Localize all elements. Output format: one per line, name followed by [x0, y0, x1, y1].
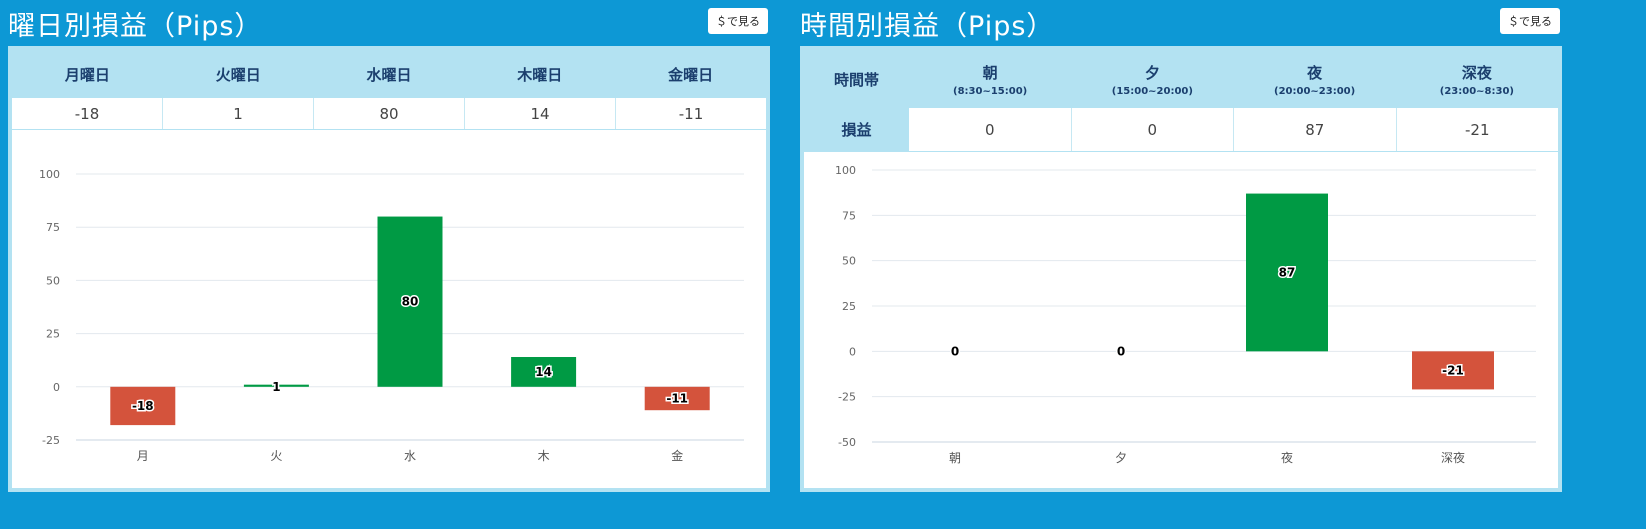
profit-loss-label: 損益: [804, 108, 909, 151]
x-tick-label: 金: [671, 448, 683, 463]
x-tick-label: 深夜: [1441, 450, 1465, 465]
time-panel-title: 時間別損益（Pips）: [800, 11, 1055, 42]
y-tick-label: -25: [42, 434, 60, 447]
data-label: -11: [666, 392, 688, 406]
weekday-panel: 月曜日 火曜日 水曜日 木曜日 金曜日 -18 1 80 14 -11 100 7…: [8, 46, 770, 492]
header-night: 夜 (20:00~23:00): [1234, 50, 1396, 108]
header-evening: 夕 (15:00~20:00): [1071, 50, 1233, 108]
late-night-label: 深夜: [1461, 63, 1492, 82]
data-label: 14: [535, 365, 552, 379]
weekday-usd-button[interactable]: ＄で見る: [708, 8, 768, 34]
value-tuesday: 1: [163, 98, 314, 129]
weekday-panel-title: 曜日別損益（Pips）: [8, 11, 263, 42]
value-late-night: -21: [1465, 120, 1490, 139]
y-tick-label: 25: [842, 300, 856, 313]
header-thursday: 木曜日: [517, 65, 563, 84]
y-tick-label: 100: [835, 164, 856, 177]
value-wednesday: 80: [314, 98, 465, 129]
x-tick-label: 朝: [949, 451, 961, 465]
y-tick-label: 25: [46, 328, 60, 341]
weekday-bar-chart: 100 75 50 25 0 -25 -18 月 1 火 80 水 14 木 -11 金: [39, 168, 744, 463]
y-tick-label: 75: [46, 221, 60, 234]
weekday-header-row: 月曜日 火曜日 水曜日 木曜日 金曜日: [12, 50, 766, 98]
value-thursday: 14: [465, 98, 616, 129]
data-label: -21: [1442, 363, 1464, 377]
late-night-range: (23:00~8:30): [1439, 85, 1514, 97]
header-morning: 朝 (8:30~15:00): [909, 50, 1071, 108]
x-tick-label: 水: [404, 449, 416, 463]
header-monday: 月曜日: [64, 65, 110, 84]
header-friday: 金曜日: [668, 65, 714, 84]
evening-label: 夕: [1144, 63, 1160, 82]
data-label: -18: [132, 399, 154, 413]
x-tick-label: 月: [137, 449, 149, 463]
value-evening: 0: [1072, 108, 1234, 151]
time-bar-chart: 100 75 50 25 0 -25 -50 0 朝 0 夕 87 夜 -21 深夜: [835, 164, 1536, 465]
value-monday: -18: [12, 98, 163, 129]
morning-range: (8:30~15:00): [953, 85, 1028, 97]
value-morning: 0: [909, 108, 1072, 151]
time-header-row: 時間帯 朝 (8:30~15:00) 夕 (15:00~20:00) 夜 (20…: [804, 50, 1558, 108]
evening-range: (15:00~20:00): [1111, 85, 1193, 97]
x-tick-label: 夕: [1115, 451, 1127, 465]
data-label: 80: [402, 295, 419, 309]
y-tick-label: 100: [39, 168, 60, 181]
data-label: 0: [951, 344, 959, 358]
night-range: (20:00~23:00): [1274, 85, 1356, 97]
y-tick-label: 50: [842, 255, 856, 268]
value-night: 87: [1234, 108, 1397, 151]
x-tick-label: 木: [538, 449, 550, 463]
x-tick-label: 火: [270, 449, 282, 463]
value-friday: -11: [678, 104, 704, 123]
header-wednesday: 水曜日: [366, 65, 412, 84]
time-value-row: 損益 0 0 87 -21: [804, 108, 1558, 152]
header-timeslot: 時間帯: [804, 50, 909, 108]
x-tick-label: 夜: [1281, 450, 1293, 465]
header-late-night: 深夜 (23:00~8:30): [1396, 50, 1558, 108]
data-label: 0: [1117, 344, 1125, 358]
y-tick-label: 0: [849, 345, 856, 358]
time-panel: 時間帯 朝 (8:30~15:00) 夕 (15:00~20:00) 夜 (20…: [800, 46, 1562, 492]
data-label: 1: [272, 380, 280, 394]
data-label: 87: [1279, 265, 1296, 279]
night-label: 夜: [1307, 63, 1323, 82]
y-tick-label: 0: [53, 381, 60, 394]
y-tick-label: -25: [838, 391, 856, 404]
y-tick-label: 75: [842, 209, 856, 222]
y-tick-label: -50: [838, 436, 856, 449]
time-usd-button[interactable]: ＄で見る: [1500, 8, 1560, 34]
morning-label: 朝: [982, 63, 998, 82]
timeslot-label: 時間帯: [833, 70, 879, 89]
y-tick-label: 50: [46, 274, 60, 287]
header-tuesday: 火曜日: [215, 65, 261, 84]
weekday-value-row: -18 1 80 14 -11: [12, 98, 766, 130]
